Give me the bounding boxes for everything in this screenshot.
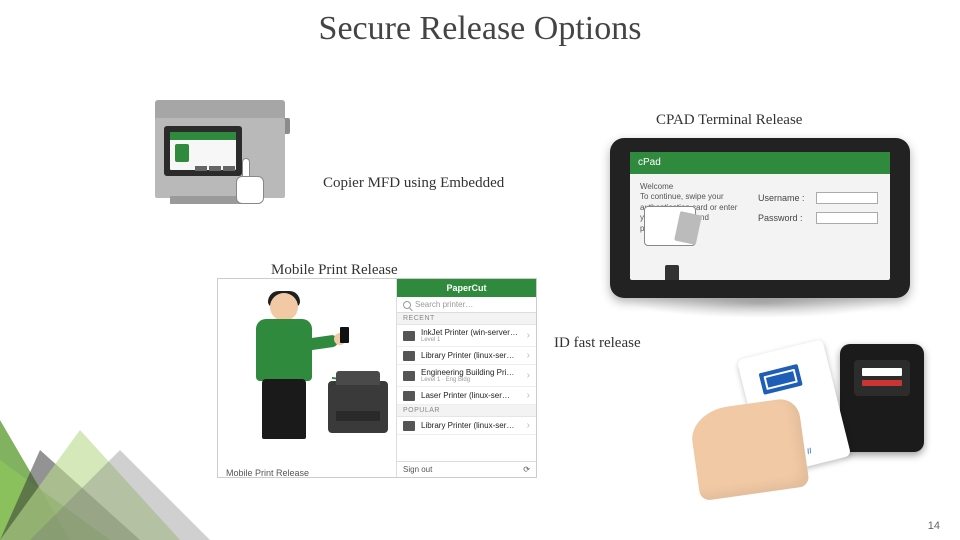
list-item: Library Printer (linux-ser…› xyxy=(397,347,536,365)
hid-logo-icon xyxy=(759,364,803,395)
printer-icon xyxy=(403,331,415,341)
phone-section-recent: RECENT xyxy=(397,313,536,325)
printer-icon xyxy=(403,421,415,431)
chevron-right-icon: › xyxy=(527,390,530,401)
label-mobile: Mobile Print Release xyxy=(271,262,398,279)
label-copier: Copier MFD using Embedded xyxy=(323,175,504,192)
illustration-mobile-print: PaperCut Search printer… RECENT InkJet P… xyxy=(217,278,537,478)
phone-section-popular: POPULAR xyxy=(397,405,536,417)
chevron-right-icon: › xyxy=(527,330,530,341)
hand-icon xyxy=(688,397,809,501)
cpad-password-input xyxy=(816,212,878,224)
chevron-right-icon: › xyxy=(527,420,530,431)
illustration-copier-mfd xyxy=(130,100,300,240)
swipe-card-icon xyxy=(644,206,696,246)
list-item: InkJet Printer (win-server…Level 1› xyxy=(397,325,536,347)
person-icon xyxy=(232,293,342,453)
slide: Secure Release Options CPAD Terminal Rel… xyxy=(0,0,960,540)
label-cpad: CPAD Terminal Release xyxy=(656,112,802,129)
illustration-id-fast-release: ProxCard II xyxy=(694,334,934,494)
phone-search-placeholder: Search printer… xyxy=(415,300,473,309)
label-idfast: ID fast release xyxy=(554,335,641,352)
cpad-username-input xyxy=(816,192,878,204)
phone-search: Search printer… xyxy=(397,297,536,313)
page-number: 14 xyxy=(928,520,940,532)
chevron-right-icon: › xyxy=(527,350,530,361)
phone-mockup: PaperCut Search printer… RECENT InkJet P… xyxy=(396,279,536,477)
hand-pointer-icon xyxy=(236,158,278,218)
mobile-caption: Mobile Print Release xyxy=(226,468,309,478)
decorative-corner-icon xyxy=(0,390,220,540)
slide-title: Secure Release Options xyxy=(0,10,960,48)
illustration-cpad-terminal: cPad Welcome To continue, swipe your aut… xyxy=(600,138,930,328)
cpad-password-label: Password : xyxy=(758,213,803,223)
card-reader-icon xyxy=(840,344,924,452)
list-item: Library Printer (linux-ser…› xyxy=(397,417,536,435)
chevron-right-icon: › xyxy=(527,370,530,381)
printer-icon xyxy=(403,371,415,381)
refresh-icon: ⟳ xyxy=(523,465,530,474)
printer-icon xyxy=(328,381,388,433)
phone-app-title: PaperCut xyxy=(397,279,536,297)
cpad-titlebar: cPad xyxy=(630,152,890,174)
list-item: Engineering Building Pri…Level 1 · Eng B… xyxy=(397,365,536,387)
phone-signout: Sign out xyxy=(403,465,432,474)
cpad-username-label: Username : xyxy=(758,193,805,203)
list-item: Laser Printer (linux-ser…› xyxy=(397,387,536,405)
printer-icon xyxy=(403,391,415,401)
printer-icon xyxy=(403,351,415,361)
cpad-welcome: Welcome xyxy=(640,182,740,192)
search-icon xyxy=(403,301,411,309)
